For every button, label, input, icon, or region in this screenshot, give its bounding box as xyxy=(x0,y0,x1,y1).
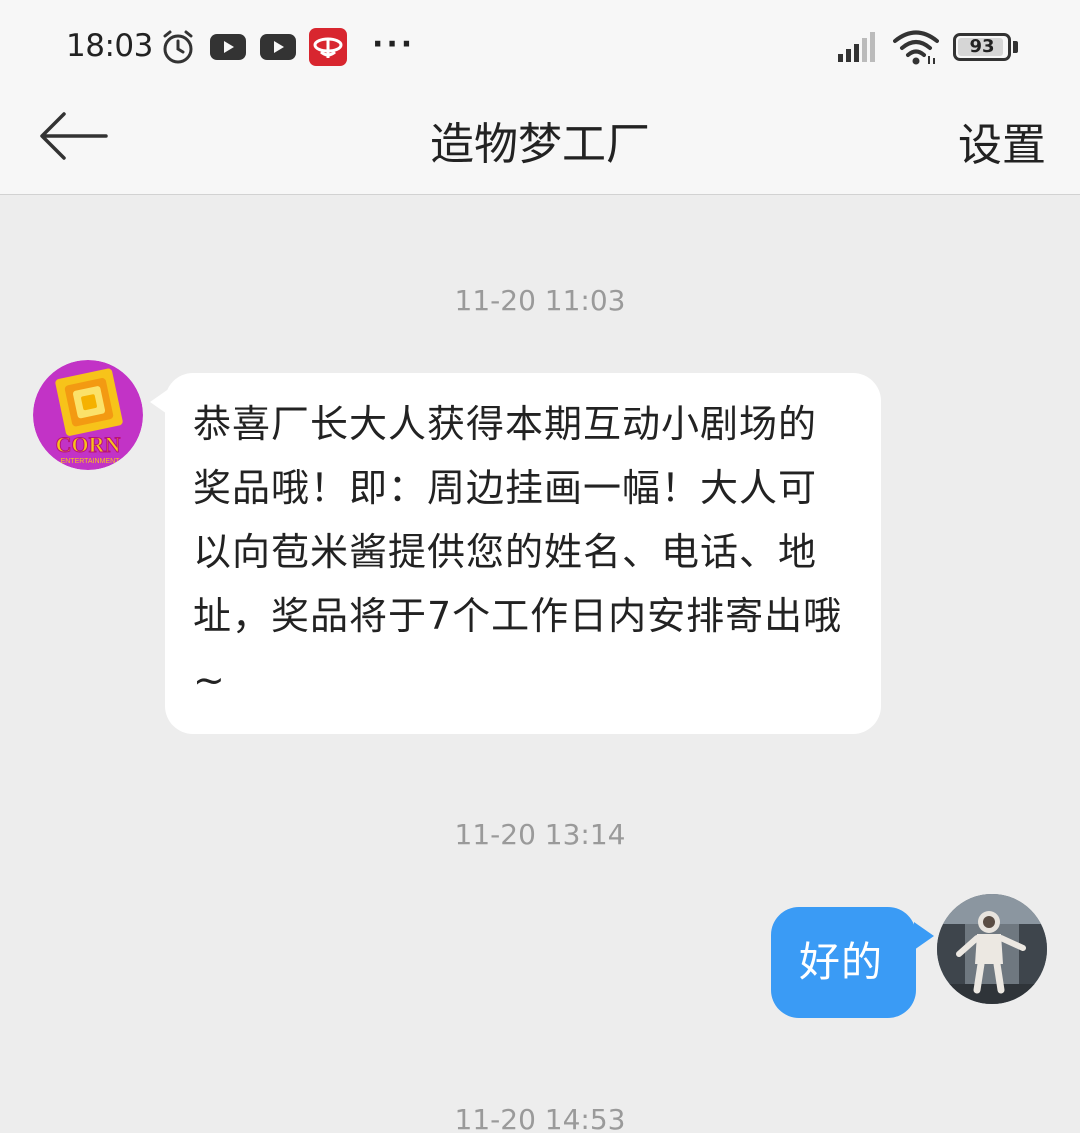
bubble-tail xyxy=(914,922,934,950)
settings-button[interactable]: 设置 xyxy=(958,109,1046,173)
message-timestamp: 11-20 14:53 xyxy=(454,1103,626,1133)
signal-icon xyxy=(838,32,880,66)
youtube-icon xyxy=(260,34,296,64)
app-notification-icon xyxy=(309,28,347,70)
user-avatar[interactable] xyxy=(937,894,1047,1004)
alarm-icon xyxy=(160,29,196,69)
wifi-icon xyxy=(893,30,939,70)
sender-avatar[interactable]: CORN ENTERTAINMENT xyxy=(33,360,143,470)
nav-bar: 造物梦工厂 设置 xyxy=(0,92,1080,195)
battery-level: 93 xyxy=(969,36,995,57)
message-timestamp: 11-20 13:14 xyxy=(454,818,626,851)
message-timestamp: 11-20 11:03 xyxy=(454,284,626,317)
youtube-icon xyxy=(210,34,246,64)
message-bubble-outgoing[interactable]: 好的 xyxy=(771,907,916,1018)
status-time: 18:03 xyxy=(66,28,153,64)
corn-entertainment-logo: CORN ENTERTAINMENT xyxy=(33,360,143,470)
message-text: 好的 xyxy=(799,938,883,986)
message-text: 恭喜厂长大人获得本期互动小剧场的奖品哦！即：周边挂画一幅！大人可以向苞米酱提供您… xyxy=(193,402,843,702)
chat-area[interactable]: 11-20 11:03 CORN ENTERTAINMENT 恭喜厂长大人获得本… xyxy=(0,196,1080,1133)
svg-text:ENTERTAINMENT: ENTERTAINMENT xyxy=(61,458,121,465)
status-bar: 18:03 ··· 93 xyxy=(0,0,1080,92)
battery-tip xyxy=(1013,41,1018,53)
battery-icon: 93 xyxy=(953,33,1011,61)
message-bubble-incoming[interactable]: 恭喜厂长大人获得本期互动小剧场的奖品哦！即：周边挂画一幅！大人可以向苞米酱提供您… xyxy=(165,373,881,734)
astronaut-photo xyxy=(937,894,1047,1004)
svg-text:CORN: CORN xyxy=(56,432,121,457)
chat-title: 造物梦工厂 xyxy=(430,119,650,170)
more-notifications-icon: ··· xyxy=(372,27,416,62)
